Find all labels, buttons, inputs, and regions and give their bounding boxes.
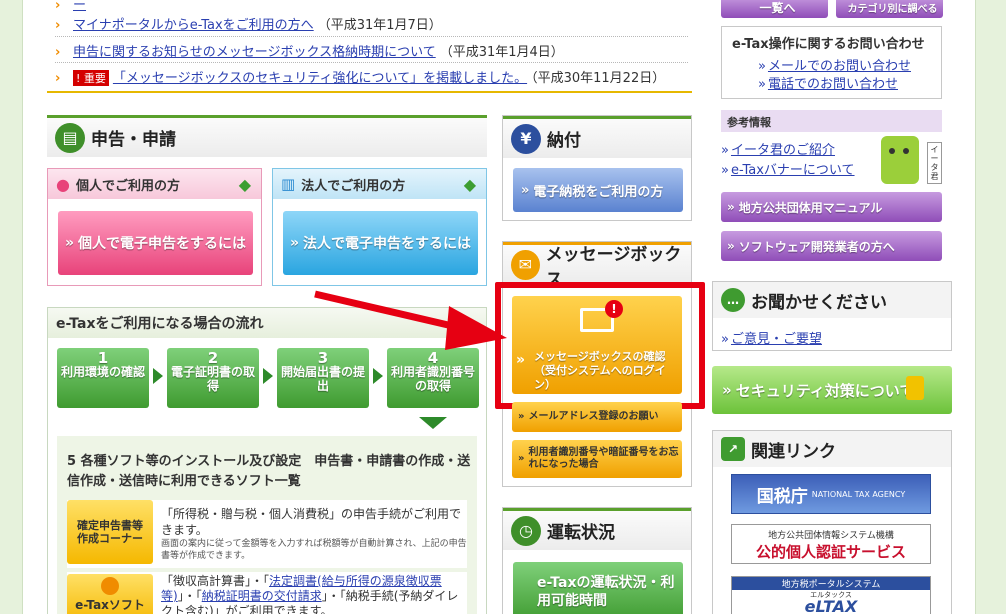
nozei-shomei-link[interactable]: 納税証明書の交付請求	[202, 589, 322, 603]
beginner-mark-icon: ◆	[463, 174, 476, 194]
flow-step-2[interactable]: 2 電子証明書の取得	[167, 348, 259, 408]
lock-icon	[906, 376, 924, 400]
personal-card: ● 個人でご利用の方 ◆ » 個人で電子申告をするには	[47, 168, 262, 286]
arrow-right-icon	[153, 368, 163, 384]
news-date: （平成31年1月4日）	[439, 45, 564, 60]
software-developer-button[interactable]: » ソフトウェア開発業者の方へ	[721, 231, 942, 261]
feedback-link[interactable]: » ご意見・ご要望	[721, 328, 822, 347]
section-header: ¥ 納付	[503, 116, 691, 158]
news-link[interactable]: 申告に関するお知らせのメッセージボックス格納時期について	[73, 45, 436, 60]
building-icon: ▥	[281, 175, 296, 193]
card-header: ● 個人でご利用の方 ◆	[48, 169, 261, 199]
step5-box: 5 各種ソフト等のインストール及び設定 申告書・申請書の作成・送信作成・送信時に…	[57, 436, 477, 614]
section-header: ◷ 運転状況	[503, 508, 691, 550]
divider	[47, 91, 692, 93]
mail-inquiry-link[interactable]: » メールでのお問い合わせ	[758, 55, 911, 74]
news-item[interactable]: › ー	[55, 0, 86, 13]
section-header: ↗ 関連リンク	[713, 431, 951, 467]
coin-icon: ¥	[511, 123, 541, 154]
security-button[interactable]: » セキュリティ対策について	[712, 366, 952, 414]
news-date: （平成30年11月22日）	[531, 71, 666, 86]
mascot-label: イータ君	[927, 142, 942, 184]
annotation-arrow	[314, 290, 507, 350]
document-icon: ▤	[55, 122, 85, 153]
beginner-mark-icon: ◆	[238, 174, 251, 194]
etax-soft-button[interactable]: e-Taxソフト	[67, 574, 153, 614]
person-icon: ●	[56, 174, 70, 194]
highlight-frame	[495, 282, 705, 409]
chevron-icon: ›	[55, 71, 61, 86]
chevron-icon: ›	[55, 18, 61, 33]
inquiry-box: e-Tax操作に関するお問い合わせ » メールでのお問い合わせ » 電話でのお問い合…	[721, 26, 942, 99]
page: › ー › マイナポータルからe-Taxをご利用の方へ （平成31年1月7日） › 申告…	[22, 0, 976, 614]
section-header: … お聞かせください	[713, 282, 951, 318]
flow-step-1[interactable]: 1 利用環境の確認	[57, 348, 149, 408]
system-status-button[interactable]: e-Taxの運転状況・利用可能時間	[513, 562, 683, 614]
eltax-banner[interactable]: 地方税ポータルシステム エルタックス eLTAX	[731, 576, 931, 614]
forgot-password-button[interactable]: » 利用者識別番号や暗証番号をお忘れになった場合	[512, 440, 682, 478]
shinkoku-section: ▤ 申告・申請	[47, 115, 487, 157]
banner-link[interactable]: » e-Taxバナーについて	[721, 159, 855, 178]
envelope-icon: ✉	[511, 249, 540, 280]
corporate-card: ▥ 法人でご利用の方 ◆ » 法人で電子申告をするには	[272, 168, 487, 286]
nofu-section: ¥ 納付 » 電子納税をご利用の方	[502, 115, 692, 221]
etakun-mascot	[881, 136, 919, 184]
soft-desc: 「徴収高計算書」・「法定調書(給与所得の源泉徴収票等)」・「納税証明書の交付請求…	[161, 574, 459, 614]
chevron-icon: ›	[55, 45, 61, 60]
important-badge: ! 重要	[73, 70, 109, 86]
arrow-right-icon	[263, 368, 273, 384]
unten-section: ◷ 運転状況 e-Taxの運転状況・利用可能時間	[502, 507, 692, 614]
arrow-down-icon	[419, 417, 447, 429]
soft-desc: 「所得税・贈与税・個人消費税」の申告手続がご利用できます。	[161, 507, 462, 537]
phone-inquiry-link[interactable]: » 電話でのお問い合わせ	[758, 73, 898, 92]
news-item[interactable]: › 申告に関するお知らせのメッセージボックス格納時期について （平成31年1月4日）	[55, 41, 564, 60]
divider	[55, 36, 688, 37]
section-header: ▤ 申告・申請	[47, 115, 487, 157]
etakun-link[interactable]: » イータ君のご紹介	[721, 139, 835, 158]
section-header: ✉ メッセージボックス	[503, 242, 691, 290]
divider	[55, 62, 688, 63]
nta-banner[interactable]: 国税庁 NATIONAL TAX AGENCY	[731, 474, 931, 514]
soft-note: 画面の案内に従って金額等を入力すれば税額等が自動計算され、上記の申告書等が作成で…	[161, 539, 467, 561]
card-header: ▥ 法人でご利用の方 ◆	[273, 169, 486, 199]
email-registration-button[interactable]: » メールアドレス登録のお願い	[512, 402, 682, 432]
kakutei-corner-button[interactable]: 確定申告書等作成コーナー	[67, 500, 153, 564]
list-button[interactable]: 一覧へ	[721, 0, 828, 18]
electronic-payment-button[interactable]: » 電子納税をご利用の方	[513, 168, 683, 212]
globe-icon	[101, 577, 119, 595]
arrow-right-icon	[373, 368, 383, 384]
news-item[interactable]: › ! 重要 「メッセージボックスのセキュリティ強化について」を掲載しました。 （平成…	[55, 67, 665, 86]
speech-bubble-icon: …	[721, 288, 745, 312]
news-date: （平成31年1月7日）	[317, 18, 442, 33]
category-button[interactable]: カテゴリ別に調べる	[836, 0, 943, 18]
clock-icon: ◷	[511, 515, 541, 546]
reference-title: 参考情報	[721, 110, 942, 132]
manual-button[interactable]: » 地方公共団体用マニュアル	[721, 192, 942, 222]
news-link[interactable]: 「メッセージボックスのセキュリティ強化について」を掲載しました。	[113, 71, 527, 86]
step5-title: 5 各種ソフト等のインストール及び設定 申告書・申請書の作成・送信作成・送信時に…	[67, 454, 471, 489]
feedback-section: … お聞かせください » ご意見・ご要望	[712, 281, 952, 351]
jpki-banner[interactable]: 地方公共団体情報システム機構 公的個人認証サービス	[731, 524, 931, 564]
personal-etax-button[interactable]: » 個人で電子申告をするには	[58, 211, 253, 275]
corporate-etax-button[interactable]: » 法人で電子申告をするには	[283, 211, 478, 275]
news-item[interactable]: › マイナポータルからe-Taxをご利用の方へ （平成31年1月7日）	[55, 14, 442, 33]
section-title: 申告・申請	[91, 130, 176, 150]
news-link[interactable]: マイナポータルからe-Taxをご利用の方へ	[73, 18, 314, 33]
chevron-icon: ›	[55, 0, 61, 13]
external-link-icon: ↗	[721, 437, 745, 461]
